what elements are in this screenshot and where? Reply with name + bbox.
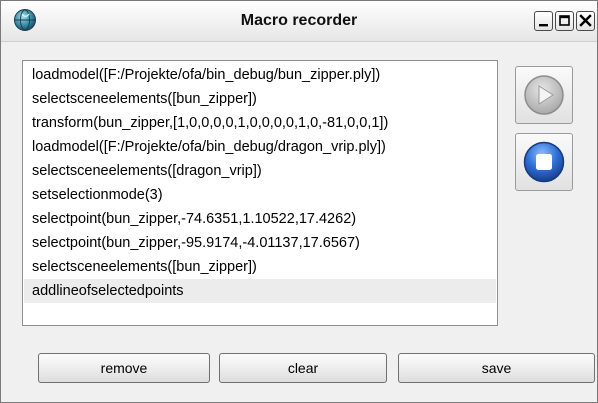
- title-bar[interactable]: Macro recorder: [1, 1, 597, 42]
- list-item[interactable]: selectsceneelements([dragon_vrip]): [24, 159, 496, 183]
- list-item[interactable]: loadmodel([F:/Projekte/ofa/bin_debug/dra…: [24, 135, 496, 159]
- macro-recorder-window: Macro recorder loadmodel([F:/Projekte/of…: [0, 0, 598, 403]
- window-title: Macro recorder: [240, 12, 358, 29]
- maximize-button[interactable]: [555, 11, 574, 31]
- list-item[interactable]: transform(bun_zipper,[1,0,0,0,0,1,0,0,0,…: [24, 111, 496, 135]
- list-item[interactable]: setselectionmode(3): [24, 183, 496, 207]
- stop-icon: [523, 141, 565, 183]
- clear-button[interactable]: clear: [219, 353, 387, 383]
- save-button[interactable]: save: [398, 353, 595, 383]
- remove-button[interactable]: remove: [38, 353, 210, 383]
- macro-command-list[interactable]: loadmodel([F:/Projekte/ofa/bin_debug/bun…: [22, 60, 498, 326]
- list-item[interactable]: selectsceneelements([bun_zipper]): [24, 255, 496, 279]
- play-icon: [524, 75, 564, 115]
- minimize-icon: [539, 24, 548, 27]
- list-item[interactable]: selectpoint(bun_zipper,-74.6351,1.10522,…: [24, 207, 496, 231]
- list-item-selected[interactable]: addlineofselectedpoints: [24, 279, 496, 303]
- list-item[interactable]: selectpoint(bun_zipper,-95.9174,-4.01137…: [24, 231, 496, 255]
- list-item[interactable]: loadmodel([F:/Projekte/ofa/bin_debug/bun…: [24, 63, 496, 87]
- close-icon: [579, 14, 592, 27]
- stop-button[interactable]: [515, 133, 573, 191]
- minimize-button[interactable]: [534, 11, 553, 31]
- maximize-icon: [559, 15, 570, 26]
- close-button[interactable]: [576, 11, 595, 31]
- list-item[interactable]: selectsceneelements([bun_zipper]): [24, 87, 496, 111]
- play-button[interactable]: [515, 66, 573, 124]
